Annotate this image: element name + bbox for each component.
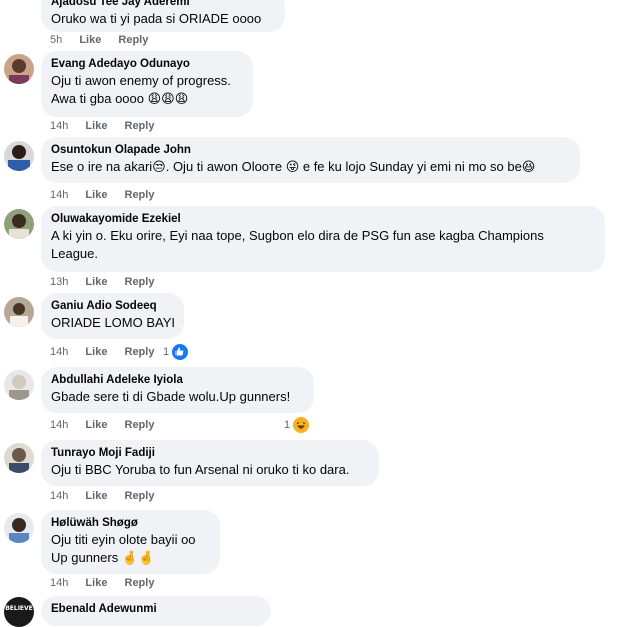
reply-button[interactable]: Reply <box>125 276 155 288</box>
reply-button[interactable]: Reply <box>125 490 155 502</box>
avatar-badge-text: BELIEVE <box>5 604 33 612</box>
thumbs-up-icon <box>171 343 190 361</box>
comment-author[interactable]: Ajadosu Tee Jay Aderemi <box>51 0 275 10</box>
comment-time[interactable]: 14h <box>50 346 68 358</box>
comment-bubble: Evang Adedayo Odunayo Oju ti awon enemy … <box>41 51 253 117</box>
like-button[interactable]: Like <box>85 577 107 589</box>
comment-author[interactable]: Ebenald Adewunmi <box>51 602 261 617</box>
comment-meta: 14h Like Reply <box>50 419 168 431</box>
comment-text-line: Awa ti gba oooo 😩😩😩 <box>51 91 189 106</box>
comment-text-line: League. <box>51 246 98 261</box>
comment-author[interactable]: Abdullahi Adeleke Iyiola <box>51 373 304 388</box>
comment-text: ORIADE LOMO BAYI <box>51 314 176 332</box>
like-button[interactable]: Like <box>85 120 107 132</box>
comment-author[interactable]: Oluwakayomide Ezekiel <box>51 212 595 227</box>
comment-author[interactable]: Osuntokun Olapade John <box>51 143 570 158</box>
comment-meta: 14h Like Reply <box>50 577 168 589</box>
comment-meta: 14h Like Reply <box>50 120 168 132</box>
laughing-emoji-icon <box>292 416 311 434</box>
reaction-count: 1 <box>284 419 291 431</box>
like-button[interactable]: Like <box>85 189 107 201</box>
reply-button[interactable]: Reply <box>125 346 155 358</box>
comment-text: Oju titi eyin olote bayii oo Up gunners … <box>51 531 210 567</box>
like-button[interactable]: Like <box>85 346 107 358</box>
comment-text: Oju ti awon enemy of progress. Awa ti gb… <box>51 72 243 108</box>
comment-time[interactable]: 14h <box>50 120 68 132</box>
comment-bubble: Oluwakayomide Ezekiel A ki yin o. Eku or… <box>41 206 605 272</box>
comment-meta: 13h Like Reply <box>50 276 168 288</box>
comment-meta: 14h Like Reply <box>50 189 168 201</box>
avatar[interactable] <box>4 209 34 239</box>
comment-text-line: Gbade sere ti di Gbade wolu.Up gunners! <box>51 389 291 404</box>
comment-meta: 5h Like Reply <box>50 34 162 46</box>
comment-bubble: Osuntokun Olapade John Ese o ire na akar… <box>41 137 580 183</box>
comment-author[interactable]: Evang Adedayo Odunayo <box>51 57 243 72</box>
comment-text: A ki yin o. Eku orire, Eyi naa tope, Sug… <box>51 227 595 263</box>
comment-text-line: Oju ti BBC Yoruba to fun Arsenal ni oruk… <box>51 462 350 477</box>
reply-button[interactable]: Reply <box>125 189 155 201</box>
comment-time[interactable]: 5h <box>50 34 62 46</box>
comment-bubble: Ganiu Adio Sodeeq ORIADE LOMO BAYI <box>41 293 184 339</box>
like-button[interactable]: Like <box>85 419 107 431</box>
comment-bubble: Ebenald Adewunmi <box>41 596 271 626</box>
avatar[interactable] <box>4 297 34 327</box>
avatar[interactable]: BELIEVE <box>4 597 34 627</box>
reply-button[interactable]: Reply <box>125 419 155 431</box>
comment-text: Oruko wa ti yi pada si ORIADE oooo <box>51 10 275 28</box>
avatar[interactable] <box>4 513 34 543</box>
comment-text-line: Oju titi eyin olote bayii oo <box>51 532 196 547</box>
like-button[interactable]: Like <box>85 276 107 288</box>
reply-button[interactable]: Reply <box>125 577 155 589</box>
comment-text-line: ORIADE LOMO BAYI <box>51 315 176 330</box>
reaction-count: 1 <box>163 346 170 358</box>
like-button[interactable]: Like <box>85 490 107 502</box>
like-button[interactable]: Like <box>79 34 101 46</box>
comment-author[interactable]: Hølüwäh Shøgø <box>51 516 210 531</box>
reply-button[interactable]: Reply <box>118 34 148 46</box>
comment-text-line: A ki yin o. Eku orire, Eyi naa tope, Sug… <box>51 228 544 243</box>
reply-button[interactable]: Reply <box>125 120 155 132</box>
comment-time[interactable]: 14h <box>50 419 68 431</box>
avatar[interactable] <box>4 141 34 171</box>
comment-text-line: Up gunners 🤞🤞 <box>51 550 155 565</box>
comment-meta: 14h Like Reply <box>50 490 168 502</box>
comment-text: Gbade sere ti di Gbade wolu.Up gunners! <box>51 388 304 406</box>
comment-time[interactable]: 14h <box>50 490 68 502</box>
comment-text: Ese o ire na akari😒. Oju ti awon Olooте … <box>51 158 570 176</box>
comment-text-line: Oju ti awon enemy of progress. <box>51 73 231 88</box>
comment-author[interactable]: Tunrayo Moji Fadiji <box>51 446 369 461</box>
comment-author[interactable]: Ganiu Adio Sodeeq <box>51 299 174 314</box>
avatar[interactable] <box>4 443 34 473</box>
comment-meta: 14h Like Reply <box>50 346 168 358</box>
reaction-summary[interactable]: 1 <box>284 416 311 434</box>
comment-time[interactable]: 13h <box>50 276 68 288</box>
comment-bubble: Tunrayo Moji Fadiji Oju ti BBC Yoruba to… <box>41 440 379 486</box>
comment-time[interactable]: 14h <box>50 577 68 589</box>
comment-bubble: Ajadosu Tee Jay Aderemi Oruko wa ti yi p… <box>41 0 285 32</box>
comment-text: Oju ti BBC Yoruba to fun Arsenal ni oruk… <box>51 461 369 479</box>
reaction-summary[interactable]: 1 <box>163 343 190 361</box>
comment-text-line: Oruko wa ti yi pada si ORIADE oooo <box>51 11 262 26</box>
avatar[interactable] <box>4 370 34 400</box>
comment-time[interactable]: 14h <box>50 189 68 201</box>
avatar[interactable] <box>4 54 34 84</box>
comment-bubble: Hølüwäh Shøgø Oju titi eyin olote bayii … <box>41 510 220 574</box>
comment-text-line: Ese o ire na akari😒. Oju ti awon Olooте … <box>51 159 536 174</box>
comment-bubble: Abdullahi Adeleke Iyiola Gbade sere ti d… <box>41 367 314 413</box>
